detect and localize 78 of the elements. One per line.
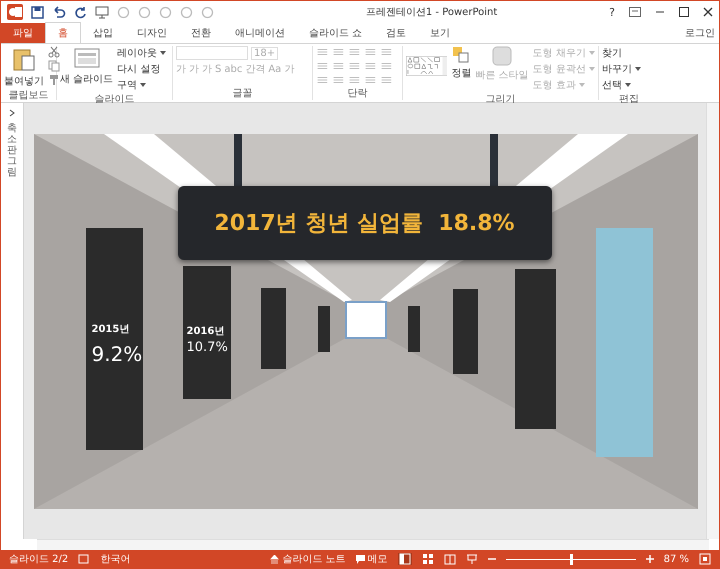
caret-icon bbox=[625, 83, 632, 88]
group-label: 슬라이드 bbox=[94, 93, 136, 106]
caret-icon bbox=[635, 67, 642, 72]
slide-count: 슬라이드 2/2 bbox=[9, 553, 68, 566]
find-button[interactable]: 찾기 bbox=[602, 46, 622, 60]
ribbon-tab[interactable]: 삽입 bbox=[81, 23, 125, 43]
disabled-shape-icon bbox=[180, 6, 193, 18]
font-name-field[interactable] bbox=[176, 46, 248, 60]
disabled-shape-icon bbox=[138, 6, 151, 18]
horizontal-scrollbar[interactable] bbox=[37, 539, 709, 550]
caret-icon bbox=[589, 67, 595, 72]
rate-value: 10.7% bbox=[186, 340, 228, 354]
caret-icon bbox=[579, 83, 585, 88]
caret-icon bbox=[160, 51, 166, 56]
year-label: 2015년 bbox=[92, 322, 130, 336]
language-label[interactable]: 한국어 bbox=[100, 552, 130, 566]
section-button[interactable]: 구역 bbox=[117, 78, 146, 92]
layout-button[interactable]: 레이아웃 bbox=[117, 46, 166, 60]
zoom-slider-handle[interactable] bbox=[570, 554, 573, 564]
ribbon-tab[interactable]: 애니메이션 bbox=[223, 23, 297, 43]
zoom-in-icon[interactable] bbox=[646, 555, 654, 563]
ribbon-tab[interactable]: 보기 bbox=[418, 23, 462, 43]
ribbon-tab[interactable]: 슬라이드 쇼 bbox=[297, 23, 374, 43]
disabled-shape-icon bbox=[201, 6, 214, 18]
fit-to-window-icon[interactable] bbox=[699, 553, 711, 565]
ribbon-tab[interactable]: 전환 bbox=[179, 23, 223, 43]
arrange-button[interactable]: 정렬 bbox=[451, 66, 472, 80]
presenter-icon[interactable] bbox=[466, 553, 478, 565]
speech-bubble-icon bbox=[356, 554, 365, 564]
replace-button[interactable]: 바꾸기 bbox=[602, 62, 642, 76]
spell-check-icon[interactable] bbox=[78, 554, 90, 564]
caret-icon bbox=[589, 51, 595, 56]
reading-view-icon[interactable] bbox=[444, 553, 456, 565]
group-label: 클립보드 bbox=[8, 89, 50, 102]
notes-icon bbox=[270, 554, 280, 564]
caret-icon bbox=[140, 83, 146, 88]
normal-view-icon[interactable] bbox=[398, 553, 412, 565]
paste-button[interactable]: 붙여넣기 bbox=[4, 74, 44, 88]
arrange-icon bbox=[452, 46, 470, 64]
vertical-scrollbar[interactable] bbox=[706, 103, 719, 539]
file-tab[interactable]: 파일 bbox=[1, 23, 45, 43]
comments-button[interactable]: 메모 bbox=[356, 552, 388, 566]
reset-button[interactable]: 다시 설정 bbox=[117, 62, 160, 76]
select-button[interactable]: 선택 bbox=[602, 78, 632, 92]
redo-icon[interactable] bbox=[74, 6, 87, 18]
group-label: 글꼴 bbox=[232, 87, 254, 100]
rate-value: 9.2% bbox=[92, 342, 142, 366]
maximize-icon[interactable] bbox=[679, 7, 689, 17]
slideshow-icon[interactable] bbox=[95, 6, 109, 18]
group-label: 단락 bbox=[346, 87, 368, 100]
year-label: 2016년 bbox=[186, 324, 226, 338]
banner-title: 2017년 청년 실업률 18.8% bbox=[214, 210, 515, 238]
scissors-icon[interactable] bbox=[48, 46, 60, 58]
thumbnails-pane-label[interactable]: 축소판 그림 bbox=[7, 123, 17, 178]
save-icon[interactable] bbox=[31, 6, 44, 18]
ribbon-display-icon[interactable] bbox=[629, 7, 641, 17]
ribbon-tab[interactable]: 검토 bbox=[374, 23, 418, 43]
group-label: 편집 bbox=[618, 93, 640, 106]
disabled-shape-icon bbox=[159, 6, 172, 18]
new-slide-button[interactable]: 새 슬라이드 bbox=[60, 72, 114, 86]
window-title: 프레젠테이션1 - PowerPoint bbox=[364, 6, 498, 19]
slide-sorter-icon[interactable] bbox=[422, 553, 434, 565]
zoom-level[interactable]: 87 % bbox=[664, 554, 689, 564]
ribbon-tab[interactable]: 디자인 bbox=[125, 23, 179, 43]
sign-in-link[interactable]: 로그인 bbox=[681, 23, 719, 43]
copy-icon[interactable] bbox=[48, 60, 60, 72]
expand-icon[interactable] bbox=[9, 109, 15, 117]
disabled-shape-icon bbox=[117, 6, 130, 18]
close-icon[interactable] bbox=[703, 7, 713, 17]
new-slide-icon bbox=[72, 46, 101, 70]
powerpoint-logo-icon bbox=[7, 4, 23, 20]
ribbon-tab[interactable]: 홈 bbox=[45, 22, 81, 43]
help-button[interactable]: ? bbox=[609, 6, 615, 18]
quick-styles-icon bbox=[492, 46, 512, 66]
undo-icon[interactable] bbox=[52, 6, 66, 18]
format-painter-icon[interactable] bbox=[48, 74, 60, 86]
notes-button[interactable]: 슬라이드 노트 bbox=[270, 552, 346, 566]
group-label: 그리기 bbox=[484, 93, 516, 106]
